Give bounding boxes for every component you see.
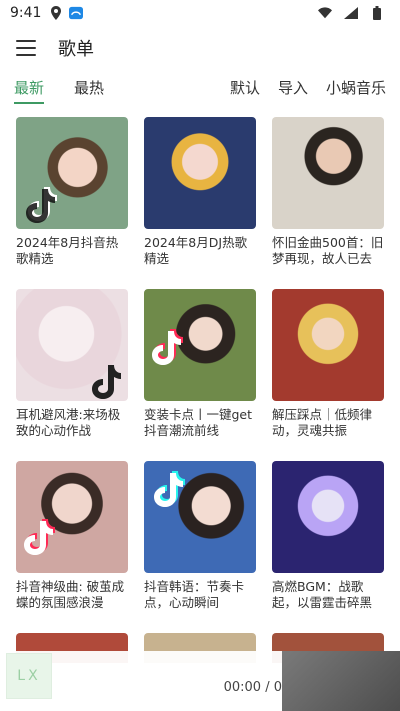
playlist-name: 变装卡点丨一键get抖音潮流前线 <box>144 407 253 438</box>
tab-default[interactable]: 默认 <box>230 77 260 102</box>
playlist-cover <box>144 289 256 401</box>
clock: 9:41 <box>10 5 42 21</box>
tiktok-logo-icon <box>24 519 55 555</box>
tiktok-logo-icon <box>92 365 121 399</box>
mini-player[interactable]: LX 00:00 / 0 <box>0 651 400 711</box>
playlist-card[interactable]: 解压踩点｜低频律动，灵魂共振 <box>272 289 384 447</box>
playlist-cover <box>272 289 384 401</box>
page-title: 歌单 <box>58 39 94 60</box>
wifi-icon <box>318 6 332 20</box>
player-time: 00:00 / 0 <box>223 680 282 695</box>
playlist-card[interactable]: 2024年8月抖音热歌精选 <box>16 117 128 275</box>
playlist-cover <box>16 461 128 573</box>
battery-icon <box>370 6 384 20</box>
playlist-grid: 2024年8月抖音热歌精选 2024年8月DJ热歌精选 怀旧金曲500首：旧梦再… <box>16 117 386 619</box>
tiktok-logo-icon <box>152 329 183 365</box>
menu-icon[interactable] <box>16 40 36 56</box>
playlist-name: 解压踩点｜低频律动，灵魂共振 <box>272 407 373 438</box>
signal-icon <box>344 6 358 20</box>
tiktok-logo-icon <box>26 187 57 223</box>
playlist-card[interactable]: 高燃BGM：战歌起，以雷霆击碎黑暗! <box>272 461 384 619</box>
tab-import[interactable]: 导入 <box>278 77 308 102</box>
playlist-name: 2024年8月抖音热歌精选 <box>16 235 119 266</box>
status-bar: 9:41 <box>0 0 400 26</box>
playlist-name: 耳机避风港:来场极致的心动作战 <box>16 407 121 438</box>
app-bar: 歌单 <box>0 30 400 66</box>
playlist-name: 怀旧金曲500首：旧梦再现，故人已去 <box>272 235 384 266</box>
playlist-card[interactable]: 变装卡点丨一键get抖音潮流前线 <box>144 289 256 447</box>
tiktok-logo-icon <box>154 471 185 507</box>
playlist-cover <box>272 461 384 573</box>
player-thumbnail[interactable]: LX <box>6 653 52 699</box>
playlist-cover <box>144 461 256 573</box>
playlist-card[interactable]: 耳机避风港:来场极致的心动作战 <box>16 289 128 447</box>
playlist-name: 2024年8月DJ热歌精选 <box>144 235 248 266</box>
playlist-name: 抖音韩语：节奏卡点，心动瞬间 <box>144 579 245 610</box>
location-icon <box>49 6 63 20</box>
tab-xiaowo-music[interactable]: 小蜗音乐 <box>326 77 386 102</box>
playlist-name: 抖音神级曲: 破茧成蝶的氛围感浪漫 <box>16 579 125 610</box>
tab-bar: 最新 最热 默认 导入 小蜗音乐 <box>0 74 400 104</box>
player-cover-art[interactable] <box>282 651 400 711</box>
playlist-card[interactable]: 抖音神级曲: 破茧成蝶的氛围感浪漫 <box>16 461 128 619</box>
playlist-card[interactable]: 抖音韩语：节奏卡点，心动瞬间 <box>144 461 256 619</box>
app-notification-icon <box>69 6 84 20</box>
playlist-cover <box>16 117 128 229</box>
playlist-name: 高燃BGM：战歌起，以雷霆击碎黑暗! <box>272 579 373 610</box>
playlist-cover <box>144 117 256 229</box>
tab-latest[interactable]: 最新 <box>14 77 45 104</box>
tab-hottest[interactable]: 最热 <box>74 77 104 102</box>
playlist-cover <box>16 289 128 401</box>
playlist-card[interactable]: 2024年8月DJ热歌精选 <box>144 117 256 275</box>
playlist-cover <box>272 117 384 229</box>
playlist-card[interactable]: 怀旧金曲500首：旧梦再现，故人已去 <box>272 117 384 275</box>
